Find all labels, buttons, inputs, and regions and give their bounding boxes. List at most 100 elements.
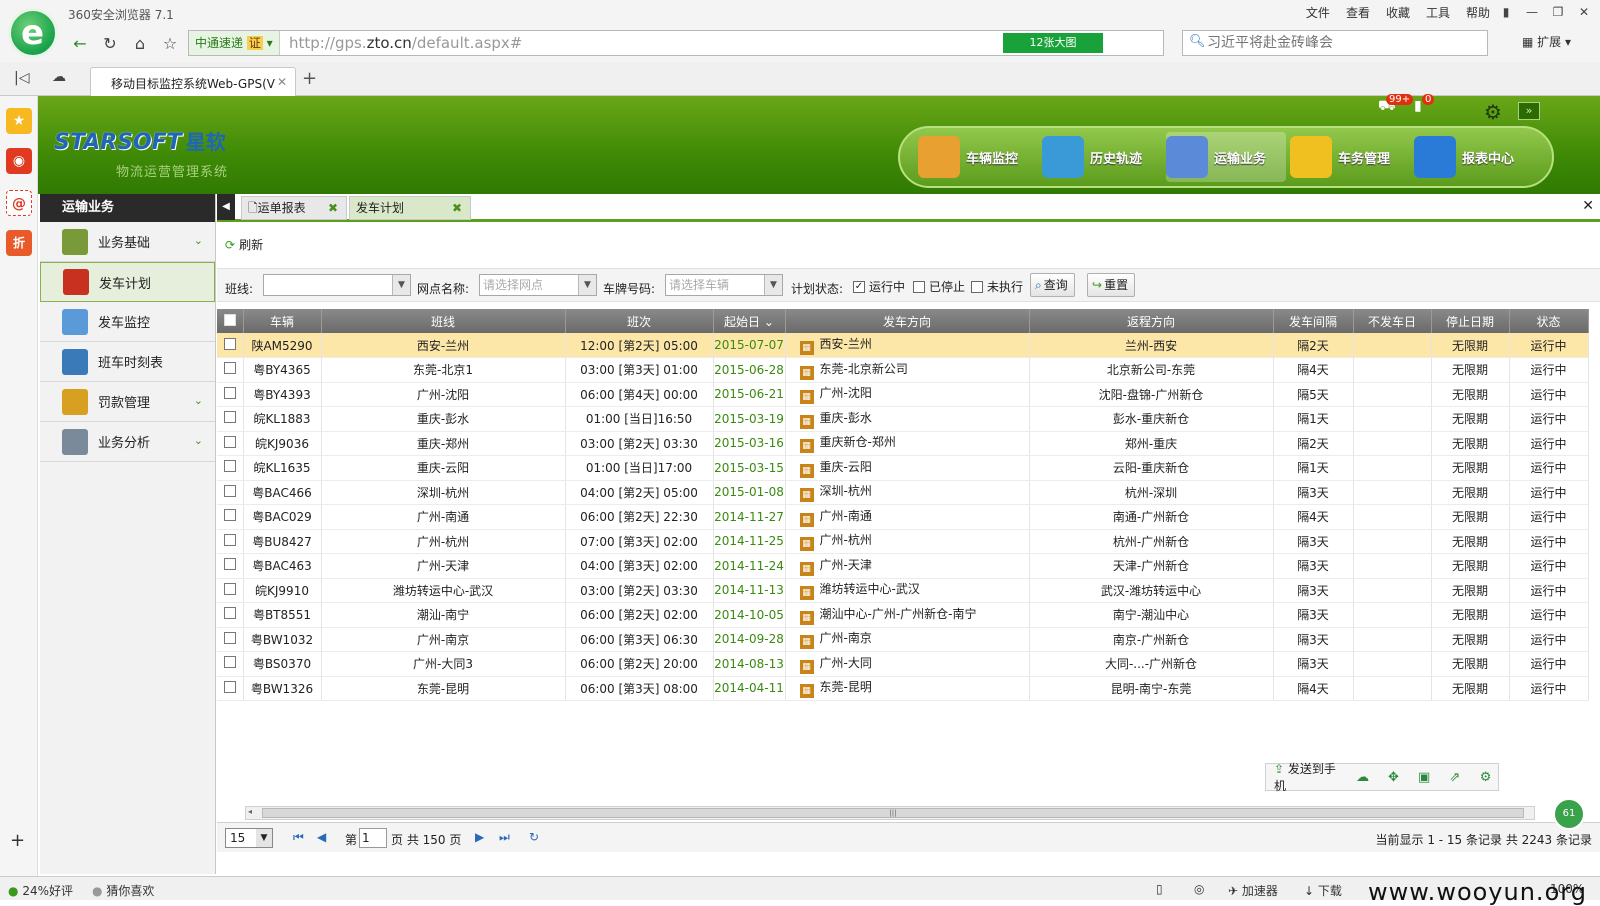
route-map-icon[interactable]: ▦ (799, 537, 814, 552)
menu-tools[interactable]: 工具 (1426, 4, 1450, 21)
table-row[interactable]: 粤BY4365 东莞-北京1 03:00 [第3天] 01:00 2015-06-28… (217, 357, 1589, 383)
new-tab-button[interactable]: + (302, 68, 317, 89)
tab-waybill-report[interactable]: 🗋︎运单报表 ✖ (241, 196, 347, 220)
maximize-button[interactable]: ❐ (1546, 2, 1570, 22)
save-icon[interactable]: ▣ (1412, 770, 1437, 785)
table-row[interactable]: 皖KL1635 重庆-云阳 01:00 [当日]17:00 2015-03-15 ▦ 重庆… (217, 455, 1589, 481)
cart-icon[interactable]: ⛟ 99+ (1378, 94, 1414, 118)
cloud-icon[interactable]: ☁ (52, 69, 66, 85)
settings-icon[interactable]: ⚙ (1473, 770, 1498, 785)
route-map-icon[interactable]: ▦ (799, 635, 814, 650)
column-header[interactable]: 发车间隔 (1273, 309, 1354, 333)
route-map-icon[interactable]: ▦ (799, 659, 814, 674)
row-checkbox[interactable] (217, 406, 244, 432)
route-map-icon[interactable]: ▦ (799, 488, 814, 503)
prev-page-icon[interactable]: ◀ (317, 830, 326, 844)
column-header[interactable]: 起始日 ⌄ (713, 309, 786, 333)
close-tab-icon[interactable]: ✖ (328, 197, 338, 219)
add-icon[interactable]: + (10, 830, 25, 851)
big-image-button[interactable]: 12张大图 (1003, 33, 1103, 53)
horizontal-scrollbar[interactable]: ◂ ||| (245, 806, 1535, 820)
chevron-down-icon[interactable]: ⌄ (194, 394, 203, 407)
download-button[interactable]: ↓ 下载 (1304, 882, 1342, 899)
row-checkbox[interactable] (217, 333, 244, 358)
table-row[interactable]: 粤BAC463 广州-天津 04:00 [第3天] 02:00 2014-11-24 ▦… (217, 553, 1589, 579)
table-row[interactable]: 粤BY4393 广州-沈阳 06:00 [第4天] 00:00 2015-06-21 ▦… (217, 382, 1589, 407)
table-row[interactable]: 粤BW1326 东莞-昆明 06:00 [第3天] 08:00 2014-04-11 ▦… (217, 676, 1589, 701)
site-select[interactable]: 请选择网点 ▼ (479, 274, 597, 296)
table-row[interactable]: 皖KJ9910 潍坊转运中心-武汉 03:00 [第2天] 03:30 2014-11… (217, 578, 1589, 603)
route-map-icon[interactable]: ▦ (799, 512, 814, 527)
close-panel-icon[interactable]: ✕ (1582, 198, 1594, 214)
mobile-icon[interactable]: ▯ (1156, 882, 1163, 896)
expand-arrow-icon[interactable]: » (1518, 102, 1540, 120)
table-row[interactable]: 粤BS0370 广州-大同3 06:00 [第2天] 20:00 2014-08-13… (217, 651, 1589, 677)
table-row[interactable]: 皖KL1883 重庆-彭水 01:00 [当日]16:50 2015-03-19 ▦ 重庆… (217, 406, 1589, 432)
discount-icon[interactable]: 折 (6, 230, 32, 256)
search-input[interactable] (1207, 32, 1467, 54)
module-reports[interactable]: 报表中心 (1414, 132, 1534, 182)
route-map-icon[interactable]: ▦ (799, 586, 814, 601)
status-running-checkbox[interactable]: ✓ 运行中 (853, 278, 905, 295)
mail-icon[interactable]: @ (6, 190, 32, 216)
row-checkbox[interactable] (217, 676, 244, 701)
route-map-icon[interactable]: ▦ (799, 365, 814, 380)
close-window-button[interactable]: ✕ (1572, 2, 1596, 22)
row-checkbox[interactable] (217, 529, 244, 554)
table-row[interactable]: 粤BU8427 广州-杭州 07:00 [第3天] 02:00 2014-11-25 ▦… (217, 529, 1589, 554)
row-checkbox[interactable] (217, 357, 244, 383)
refresh-button[interactable]: ⟳ 刷新 (225, 238, 263, 252)
speed-icon[interactable]: ◎ (1194, 882, 1204, 896)
sidebar-item-bus-timetable[interactable]: 班车时刻表 (40, 342, 215, 382)
back-arrow-icon[interactable]: ← (68, 32, 92, 56)
row-checkbox[interactable] (217, 382, 244, 407)
column-header[interactable]: 班次 (565, 309, 714, 333)
menu-file[interactable]: 文件 (1306, 4, 1330, 21)
scroll-thumb[interactable]: ||| (262, 808, 1524, 818)
row-checkbox[interactable] (217, 480, 244, 505)
row-checkbox[interactable] (217, 455, 244, 481)
route-map-icon[interactable]: ▦ (799, 414, 814, 429)
sidebar-item-departure-monitor[interactable]: 发车监控 (40, 302, 215, 342)
favorites-icon[interactable]: ★ (6, 108, 32, 134)
module-vehicle-monitor[interactable]: 车辆监控 (918, 132, 1038, 182)
row-checkbox[interactable] (217, 651, 244, 677)
row-checkbox[interactable] (217, 578, 244, 603)
sidebar-item-departure-plan[interactable]: 发车计划 (40, 262, 215, 302)
page-input[interactable]: 1 (359, 828, 387, 848)
browser-logo[interactable]: e (8, 8, 58, 58)
status-stopped-checkbox[interactable]: 已停止 (913, 278, 965, 295)
route-map-icon[interactable]: ▦ (799, 610, 814, 625)
select-all-checkbox[interactable] (217, 309, 244, 333)
home-icon[interactable]: ⌂ (128, 32, 152, 56)
settings-gear-icon[interactable]: ⚙ (1484, 100, 1502, 124)
next-page-icon[interactable]: ▶ (475, 830, 484, 844)
chart-icon[interactable]: ▮ 0 (1414, 94, 1435, 118)
sidebar-item-fine-management[interactable]: 罚款管理 ⌄ (40, 382, 215, 422)
column-header[interactable]: 停止日期 (1431, 309, 1510, 333)
chevron-down-icon[interactable]: ⌄ (194, 234, 203, 247)
table-row[interactable]: 皖KJ9036 重庆-郑州 03:00 [第2天] 03:30 2015-03-16 ▦… (217, 431, 1589, 456)
collapse-left-icon[interactable]: ◀ (217, 194, 235, 220)
close-tab-icon[interactable]: ✖ (452, 197, 462, 219)
share-icon[interactable]: ⇗ (1443, 770, 1468, 785)
plate-select[interactable]: 请选择车辆 ▼ (665, 274, 783, 296)
row-checkbox[interactable] (217, 553, 244, 579)
module-history-track[interactable]: 历史轨迹 (1042, 132, 1162, 182)
rating-status[interactable]: ● 24%好评 (8, 882, 73, 899)
accelerator-button[interactable]: ✈ 加速器 (1228, 882, 1278, 899)
like-status[interactable]: ● 猜你喜欢 (92, 882, 154, 899)
row-checkbox[interactable] (217, 627, 244, 652)
column-header[interactable]: 状态 (1509, 309, 1589, 333)
table-row[interactable]: 粤BAC029 广州-南通 06:00 [第2天] 22:30 2014-11-27 ▦… (217, 504, 1589, 530)
extensions-button[interactable]: ▦ 扩展 ▾ (1522, 33, 1571, 50)
column-header[interactable]: 班线 (321, 309, 566, 333)
sidebar-toggle-icon[interactable]: |◁ (14, 70, 29, 86)
chevron-down-icon[interactable]: ⌄ (194, 434, 203, 447)
minimize-button[interactable]: — (1520, 2, 1544, 22)
module-transport[interactable]: 运输业务 (1166, 132, 1286, 182)
column-header[interactable]: 返程方向 (1029, 309, 1274, 333)
search-box[interactable]: 🔍︎ (1182, 30, 1488, 56)
module-fleet[interactable]: 车务管理 (1290, 132, 1410, 182)
table-row[interactable]: 粤BAC466 深圳-杭州 04:00 [第2天] 05:00 2015-01-08 ▦… (217, 480, 1589, 505)
